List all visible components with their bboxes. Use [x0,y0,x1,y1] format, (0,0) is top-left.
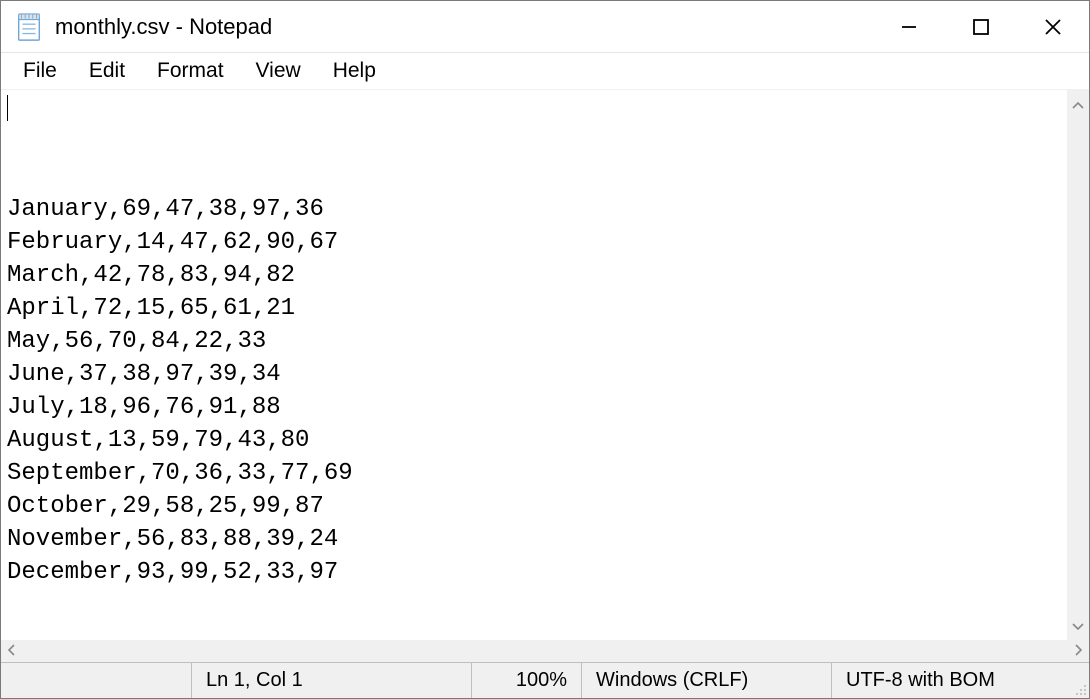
scroll-down-icon[interactable] [1072,618,1084,634]
menu-view[interactable]: View [240,57,317,85]
scroll-right-icon[interactable] [1075,643,1083,659]
menu-edit[interactable]: Edit [73,57,141,85]
minimize-button[interactable] [873,1,945,52]
scroll-up-icon[interactable] [1072,96,1084,112]
vertical-scrollbar[interactable] [1067,90,1089,640]
text-editor[interactable]: January,69,47,38,97,36 February,14,47,62… [1,90,1067,640]
menu-file[interactable]: File [7,57,73,85]
menubar: File Edit Format View Help [1,53,1089,89]
maximize-button[interactable] [945,1,1017,52]
window-controls [873,1,1089,52]
status-zoom: 100% [471,663,581,698]
notepad-window: monthly.csv - Notepad File Edit Format V… [0,0,1090,699]
menu-help[interactable]: Help [317,57,392,85]
resize-grip[interactable] [1069,663,1089,698]
menu-format[interactable]: Format [141,57,240,85]
horizontal-scrollbar[interactable] [1,640,1089,662]
notepad-icon [15,12,43,42]
status-blank [1,663,191,698]
statusbar: Ln 1, Col 1 100% Windows (CRLF) UTF-8 wi… [1,662,1089,698]
status-encoding: UTF-8 with BOM [831,663,1069,698]
status-position: Ln 1, Col 1 [191,663,471,698]
titlebar: monthly.csv - Notepad [1,1,1089,53]
editor-area: January,69,47,38,97,36 February,14,47,62… [1,89,1089,640]
scroll-left-icon[interactable] [7,643,15,659]
text-caret [7,95,8,121]
close-button[interactable] [1017,1,1089,52]
window-title: monthly.csv - Notepad [55,14,272,40]
status-line-ending: Windows (CRLF) [581,663,831,698]
